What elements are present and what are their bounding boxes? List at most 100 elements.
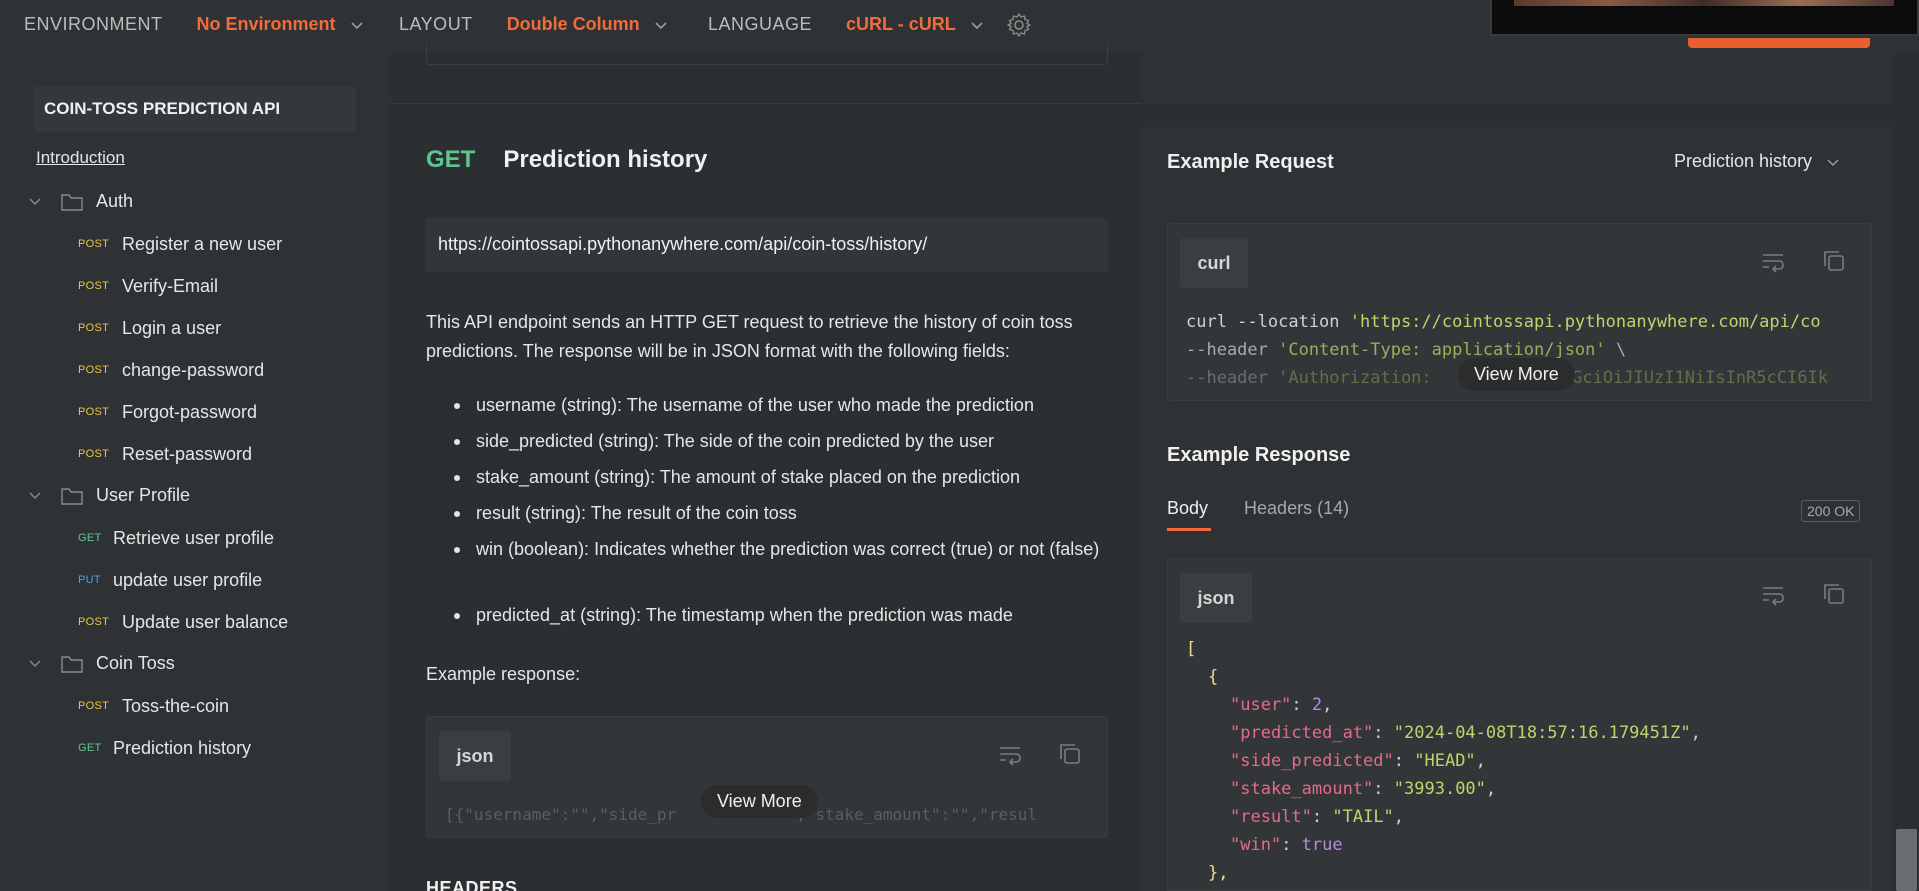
wrap-lines-icon[interactable] [1760, 581, 1786, 607]
code-token: bGciOiJIUzI1NiIsInR5cCI6Ik [1561, 368, 1828, 388]
copy-icon[interactable] [1057, 741, 1083, 767]
code-token: --header [1186, 340, 1279, 360]
sidebar-item-prediction-history[interactable]: GET Prediction history [0, 737, 390, 763]
panel-top [1142, 53, 1894, 103]
example-response-code: json [ { "user": 2, "predicted_at": "202… [1167, 558, 1872, 891]
sidebar-item-toss-the-coin[interactable]: POST Toss-the-coin [0, 695, 390, 721]
list-item: result (string): The result of the coin … [454, 499, 1116, 528]
sidebar-item-retrieve-profile[interactable]: GET Retrieve user profile [0, 527, 390, 553]
method-badge: PUT [78, 574, 101, 586]
json-punct: : [1291, 695, 1312, 715]
example-request-selected: Prediction history [1674, 151, 1813, 171]
tab-headers[interactable]: Headers (14) [1244, 498, 1349, 531]
chevron-down-icon [971, 21, 983, 29]
layout-label: LAYOUT [399, 14, 473, 34]
json-key: "predicted_at" [1230, 723, 1374, 743]
sidebar-folder-auth[interactable]: Auth [0, 189, 390, 219]
request-title: GET Prediction history [426, 146, 707, 174]
json-key: "win" [1230, 835, 1282, 855]
scrollbar-thumb[interactable] [1896, 829, 1917, 891]
example-code-block: json [{"username":"","side_pr ,"stake_amo… [426, 716, 1108, 838]
gear-icon[interactable] [1006, 12, 1032, 38]
method-badge: POST [78, 448, 110, 460]
json-close-brace: }, [1208, 863, 1229, 883]
chevron-down-icon [29, 660, 41, 668]
sidebar-item-reset-password[interactable]: POST Reset-password [0, 443, 390, 469]
sidebar-item-label: Toss-the-coin [122, 696, 230, 716]
code-token: \ [1605, 340, 1627, 360]
json-punct: , [1393, 807, 1405, 827]
sidebar-folder-user-profile[interactable]: User Profile [0, 483, 390, 513]
json-punct: , [1475, 751, 1486, 771]
code-line: --header 'Content-Type: application/json… [1186, 340, 1626, 360]
view-more-button[interactable]: View More [701, 785, 818, 818]
example-request-selector[interactable]: Prediction history [1674, 151, 1840, 172]
json-key: "stake_amount" [1230, 779, 1374, 799]
json-line: "result": "TAIL", [1230, 807, 1404, 827]
wrap-lines-icon[interactable] [1760, 248, 1786, 274]
sidebar-item-update-balance[interactable]: POST Update user balance [0, 611, 390, 637]
method-badge: POST [78, 700, 110, 712]
sidebar-item-verify-email[interactable]: POST Verify-Email [0, 275, 390, 301]
json-punct: : [1373, 779, 1394, 799]
sidebar-item-login[interactable]: POST Login a user [0, 317, 390, 343]
method-badge: POST [78, 322, 110, 334]
request-description: This API endpoint sends an HTTP GET requ… [426, 312, 1073, 361]
request-name: Prediction history [503, 146, 708, 173]
chevron-down-icon [655, 21, 667, 29]
sidebar-item-label: Reset-password [122, 444, 253, 464]
json-punct: : [1393, 751, 1415, 771]
environment-label: ENVIRONMENT [24, 14, 163, 34]
status-badge: 200 OK [1801, 500, 1861, 522]
list-item: predicted_at (string): The timestamp whe… [454, 601, 1116, 630]
tab-body[interactable]: Body [1167, 498, 1212, 531]
json-value: true [1301, 835, 1343, 855]
json-line: "predicted_at": "2024-04-08T18:57:16.179… [1230, 723, 1701, 743]
chevron-down-icon [29, 198, 41, 206]
json-open-bracket: [ [1186, 639, 1197, 659]
wrap-lines-icon[interactable] [997, 741, 1023, 767]
method-badge: POST [78, 238, 110, 250]
headers-heading: HEADERS [426, 878, 518, 891]
request-method: GET [426, 146, 476, 173]
environment-selector[interactable]: ENVIRONMENT No Environment [24, 14, 364, 35]
language-selector[interactable]: LANGUAGE cURL - cURL [708, 14, 984, 35]
copy-icon[interactable] [1821, 248, 1847, 274]
sidebar-item-label: Prediction history [113, 738, 252, 758]
video-thumbnail [1490, 0, 1919, 36]
sidebar-item-label: Forgot-password [122, 402, 258, 422]
example-panel: Example Request Prediction history curl … [1142, 53, 1894, 891]
collection-title[interactable]: COIN-TOSS PREDICTION API [34, 86, 356, 132]
run-button[interactable] [1688, 38, 1870, 48]
json-punct: , [1690, 723, 1701, 743]
json-punct: : [1281, 835, 1302, 855]
folder-label: Coin Toss [96, 653, 175, 673]
sidebar-item-introduction[interactable]: Introduction [36, 148, 125, 168]
video-strip [1514, 0, 1894, 6]
sidebar-item-label: Register a new user [122, 234, 283, 254]
sidebar-item-label: Retrieve user profile [113, 528, 275, 548]
method-badge: GET [78, 742, 102, 754]
sidebar-item-label: Login a user [122, 318, 222, 338]
method-badge: POST [78, 616, 110, 628]
request-url[interactable]: https://cointossapi.pythonanywhere.com/a… [426, 218, 1108, 272]
chevron-down-icon [1827, 158, 1839, 166]
json-value: "TAIL" [1332, 807, 1394, 827]
example-code-tail: ,"stake_amount":"","resul [796, 805, 1038, 824]
example-response-title: Example Response [1167, 444, 1351, 466]
list-item: stake_amount (string): The amount of sta… [454, 463, 1116, 492]
layout-value: Double Column [506, 14, 640, 34]
sidebar-item-update-profile[interactable]: PUT update user profile [0, 569, 390, 595]
view-more-button[interactable]: View More [1458, 358, 1575, 391]
copy-icon[interactable] [1821, 581, 1847, 607]
json-line: "stake_amount": "3993.00", [1230, 779, 1496, 799]
folder-icon [61, 656, 83, 673]
sidebar-item-register[interactable]: POST Register a new user [0, 233, 390, 259]
json-value: 2 [1311, 695, 1323, 715]
layout-selector[interactable]: LAYOUT Double Column [399, 14, 668, 35]
sidebar-item-change-password[interactable]: POST change-password [0, 359, 390, 385]
scrollbar-track[interactable] [1894, 53, 1919, 891]
main-content: GET Prediction history https://cointossa… [390, 43, 1142, 891]
sidebar-item-forgot-password[interactable]: POST Forgot-password [0, 401, 390, 427]
sidebar-folder-coin-toss[interactable]: Coin Toss [0, 651, 390, 681]
